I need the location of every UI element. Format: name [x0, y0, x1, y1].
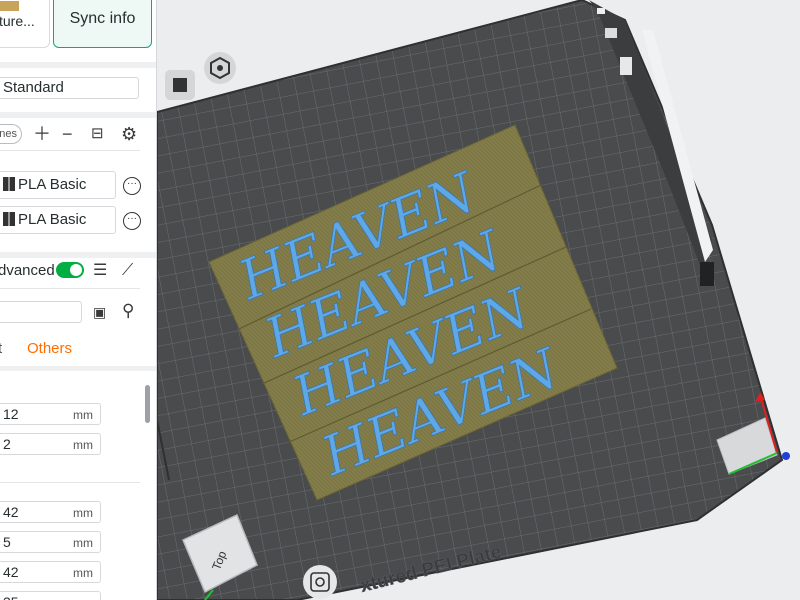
sidebar-scrollbar[interactable] [145, 385, 150, 423]
advanced-label: dvanced [0, 262, 55, 279]
plate-type-pill[interactable]: nes [0, 124, 22, 144]
texture-thumbnail [0, 1, 19, 11]
tab-quality[interactable]: t [0, 340, 2, 357]
param-unit: mm [73, 408, 93, 422]
gear-icon[interactable]: ⚙ [121, 124, 137, 144]
param-field-2[interactable]: 2 mm [0, 433, 101, 455]
param-unit: mm [73, 536, 93, 550]
compare-icon[interactable]: ⟋ [122, 261, 133, 281]
divider [0, 366, 156, 371]
search-icon[interactable]: ⚲ [122, 301, 134, 321]
texture-button[interactable]: ture... [0, 0, 50, 48]
plate-corner-marker [700, 262, 714, 286]
list-icon[interactable]: ☰ [93, 261, 107, 281]
tab-others[interactable]: Others [27, 340, 72, 357]
view-box-icon[interactable] [165, 70, 195, 100]
sync-info-button[interactable]: Sync info [53, 0, 152, 48]
search-input[interactable] [0, 301, 82, 323]
filament-name: PLA Basic [18, 176, 87, 193]
divider [0, 112, 156, 118]
sync-info-label: Sync info [69, 10, 136, 27]
param-field-1[interactable]: 12 mm [0, 403, 101, 425]
settings-sidebar: ture... Sync info Standard nes ＋ − ⊟ ⚙ P… [0, 0, 157, 600]
param-value: 35 [3, 594, 19, 600]
divider [0, 482, 140, 483]
filament-swatch-icon [3, 212, 15, 226]
filament-select-1[interactable]: PLA Basic [0, 171, 116, 199]
3d-viewport[interactable]: HEAVEN HEAVEN HEAVEN HEAVEN xtured PEI P… [157, 0, 800, 600]
divider [0, 150, 140, 151]
more-options-icon[interactable]: ··· [123, 177, 141, 195]
advanced-toggle[interactable] [56, 262, 84, 278]
sync-filament-icon[interactable]: ⊟ [91, 124, 104, 144]
plus-icon[interactable]: ＋ [33, 124, 51, 144]
filament-name: PLA Basic [18, 211, 87, 228]
param-field-6[interactable]: 35 mm [0, 591, 101, 600]
param-value: 5 [3, 534, 11, 550]
more-options-icon[interactable]: ··· [123, 212, 141, 230]
param-unit: mm [73, 566, 93, 580]
param-value: 12 [3, 406, 19, 422]
divider [0, 288, 140, 289]
divider [0, 62, 156, 68]
param-unit: mm [73, 593, 93, 600]
texture-button-label: ture... [0, 13, 35, 29]
param-field-5[interactable]: 42 mm [0, 561, 101, 583]
filament-select-2[interactable]: PLA Basic [0, 206, 116, 234]
param-value: 42 [3, 504, 19, 520]
save-icon[interactable]: ▣ [93, 302, 106, 322]
param-field-4[interactable]: 5 mm [0, 531, 101, 553]
param-value: 42 [3, 564, 19, 580]
minus-icon[interactable]: − [62, 124, 73, 144]
param-value: 2 [3, 436, 11, 452]
filament-swatch-icon [3, 177, 15, 191]
printer-preset-select[interactable]: Standard [0, 77, 139, 99]
auto-orient-icon[interactable] [303, 565, 337, 599]
param-unit: mm [73, 438, 93, 452]
orient-icon[interactable] [204, 52, 236, 84]
param-unit: mm [73, 506, 93, 520]
divider [0, 252, 156, 258]
param-field-3[interactable]: 42 mm [0, 501, 101, 523]
plate-scene: HEAVEN HEAVEN HEAVEN HEAVEN xtured PEI P… [157, 0, 800, 600]
